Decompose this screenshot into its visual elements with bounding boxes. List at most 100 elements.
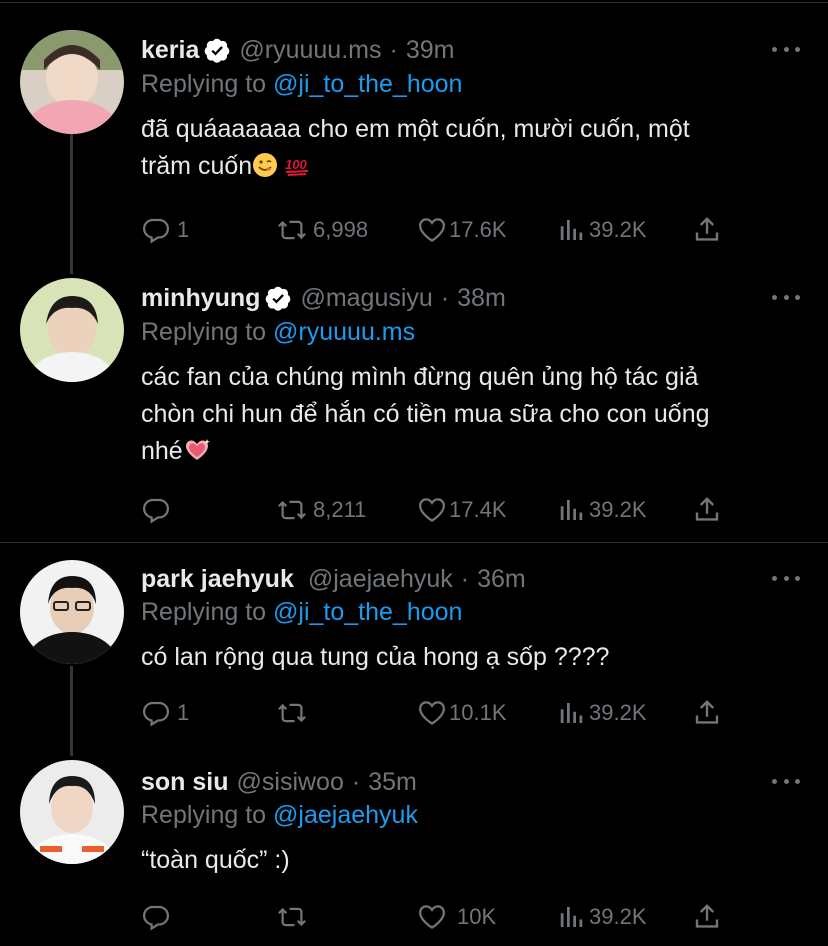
reply-icon: [142, 905, 170, 931]
verified-badge-icon: [265, 285, 292, 312]
tweet[interactable]: son siu @sisiwoo · 35m Replying to @jaej…: [0, 748, 828, 946]
retweet-icon: [278, 220, 306, 240]
share-icon: [695, 497, 719, 521]
share-icon: [695, 904, 719, 928]
reply-count: 1: [177, 217, 190, 242]
separator-dot: ·: [389, 35, 398, 64]
reply-icon: [142, 498, 170, 524]
display-name[interactable]: park jaehyuk: [141, 565, 294, 594]
heart-icon: [418, 498, 446, 522]
share-icon: [695, 217, 719, 241]
tweet[interactable]: keria @ryuuuu.ms · 39m Replying to @ji_t…: [0, 0, 828, 280]
tweet[interactable]: park jaehyuk @jaejaehyuk · 36m Replying …: [0, 543, 828, 751]
like-count: 10.1K: [449, 700, 507, 725]
replying-to: Replying to @ryuuuu.ms: [141, 318, 415, 347]
tweet-text-line: chòn chi hun để hắn có tiền mua sữa cho …: [141, 400, 710, 428]
retweet-count: 8,211: [313, 497, 367, 522]
separator-dot: ·: [351, 767, 361, 796]
tweet-text-line: “toàn quốc” :): [141, 846, 290, 874]
tweet-actions: 1 6,998 17.6K 39.2K: [141, 213, 741, 247]
timestamp[interactable]: 38m: [457, 284, 506, 313]
avatar[interactable]: [20, 560, 124, 664]
user-handle[interactable]: @magusiyu: [300, 284, 432, 313]
timestamp[interactable]: 36m: [477, 565, 526, 594]
reply-button[interactable]: [141, 900, 177, 934]
like-button[interactable]: 10K: [417, 900, 496, 934]
display-name[interactable]: keria: [141, 36, 199, 65]
tweet-text-line: các fan của chúng mình đừng quên ủng hộ …: [141, 363, 699, 391]
retweet-count: 6,998: [313, 217, 369, 242]
tweet-text: đã quáaaaaaa cho em một cuốn, mười cuốn,…: [141, 111, 801, 189]
avatar[interactable]: [20, 278, 124, 382]
tweet-text: có lan rộng qua tung của hong ạ sốp ????: [141, 639, 801, 676]
tweet-text-line: trăm cuốn: [141, 152, 253, 180]
replying-to: Replying to @ji_to_the_hoon: [141, 70, 462, 99]
views-icon: [560, 500, 583, 520]
retweet-button[interactable]: [277, 900, 313, 934]
reply-mention-link[interactable]: @jaejaehyuk: [273, 801, 418, 829]
heart-icon: [418, 218, 446, 242]
reply-button[interactable]: [141, 493, 177, 527]
like-count: 17.4K: [449, 497, 507, 522]
avatar[interactable]: [20, 760, 124, 864]
views-button[interactable]: 39.2K: [557, 900, 647, 934]
timestamp[interactable]: 35m: [368, 768, 417, 797]
share-icon: [695, 700, 719, 724]
view-count: 39.2K: [589, 217, 647, 242]
views-icon: [560, 220, 583, 240]
heart-icon: [418, 905, 446, 929]
display-name[interactable]: minhyung: [141, 284, 260, 313]
more-options-icon[interactable]: [772, 776, 800, 786]
tweet-text-line: nhé: [141, 437, 183, 465]
reply-icon: [142, 218, 170, 244]
like-button[interactable]: 10.1K: [417, 696, 507, 730]
avatar[interactable]: [20, 30, 124, 134]
reply-count: 1: [177, 700, 190, 725]
display-name[interactable]: son siu: [141, 768, 229, 797]
retweet-button[interactable]: 6,998: [277, 213, 368, 247]
tweet-actions: 1 10.1K 39.2K: [141, 696, 741, 730]
tweet[interactable]: minhyung @magusiyu · 38m Replying to @ry…: [0, 270, 828, 542]
user-handle[interactable]: @ryuuuu.ms: [239, 36, 381, 65]
reply-icon: [142, 701, 170, 727]
share-button[interactable]: [692, 493, 722, 527]
tweet-actions: 10K 39.2K: [141, 900, 741, 934]
timestamp[interactable]: 39m: [406, 36, 455, 65]
tweet-text: “toàn quốc” :): [141, 842, 801, 879]
replying-to-label: Replying to: [141, 70, 267, 98]
reply-button[interactable]: 1: [141, 696, 189, 730]
retweet-icon: [278, 703, 306, 723]
reply-mention-link[interactable]: @ryuuuu.ms: [273, 318, 415, 346]
views-button[interactable]: 39.2K: [557, 696, 647, 730]
retweet-icon: [278, 907, 306, 927]
like-count: 17.6K: [449, 217, 507, 242]
replying-to-label: Replying to: [141, 801, 267, 829]
retweet-button[interactable]: [277, 696, 313, 730]
hundred-points-icon: 100: [284, 152, 310, 189]
heart-icon: [418, 701, 446, 725]
like-button[interactable]: 17.4K: [417, 493, 507, 527]
sparkling-heart-icon: [183, 437, 211, 474]
share-button[interactable]: [692, 696, 722, 730]
separator-dot: ·: [460, 564, 470, 593]
reply-mention-link[interactable]: @ji_to_the_hoon: [273, 70, 462, 98]
share-button[interactable]: [692, 213, 722, 247]
more-options-icon[interactable]: [772, 44, 800, 54]
like-button[interactable]: 17.6K: [417, 213, 507, 247]
views-button[interactable]: 39.2K: [557, 493, 647, 527]
share-button[interactable]: [692, 900, 722, 934]
retweet-button[interactable]: 8,211: [277, 493, 366, 527]
reply-button[interactable]: 1: [141, 213, 189, 247]
reply-mention-link[interactable]: @ji_to_the_hoon: [273, 598, 462, 626]
user-handle[interactable]: @sisiwoo: [237, 768, 344, 797]
verified-badge-icon: [204, 37, 231, 64]
replying-to: Replying to @jaejaehyuk: [141, 801, 418, 830]
more-options-icon[interactable]: [772, 573, 800, 583]
more-options-icon[interactable]: [772, 292, 800, 302]
views-button[interactable]: 39.2K: [557, 213, 647, 247]
replying-to-label: Replying to: [141, 318, 267, 346]
retweet-icon: [278, 500, 306, 520]
tweet-text-line: có lan rộng qua tung của hong ạ sốp ????: [141, 643, 610, 671]
user-handle[interactable]: @jaejaehyuk: [308, 565, 453, 594]
replying-to-label: Replying to: [141, 598, 267, 626]
